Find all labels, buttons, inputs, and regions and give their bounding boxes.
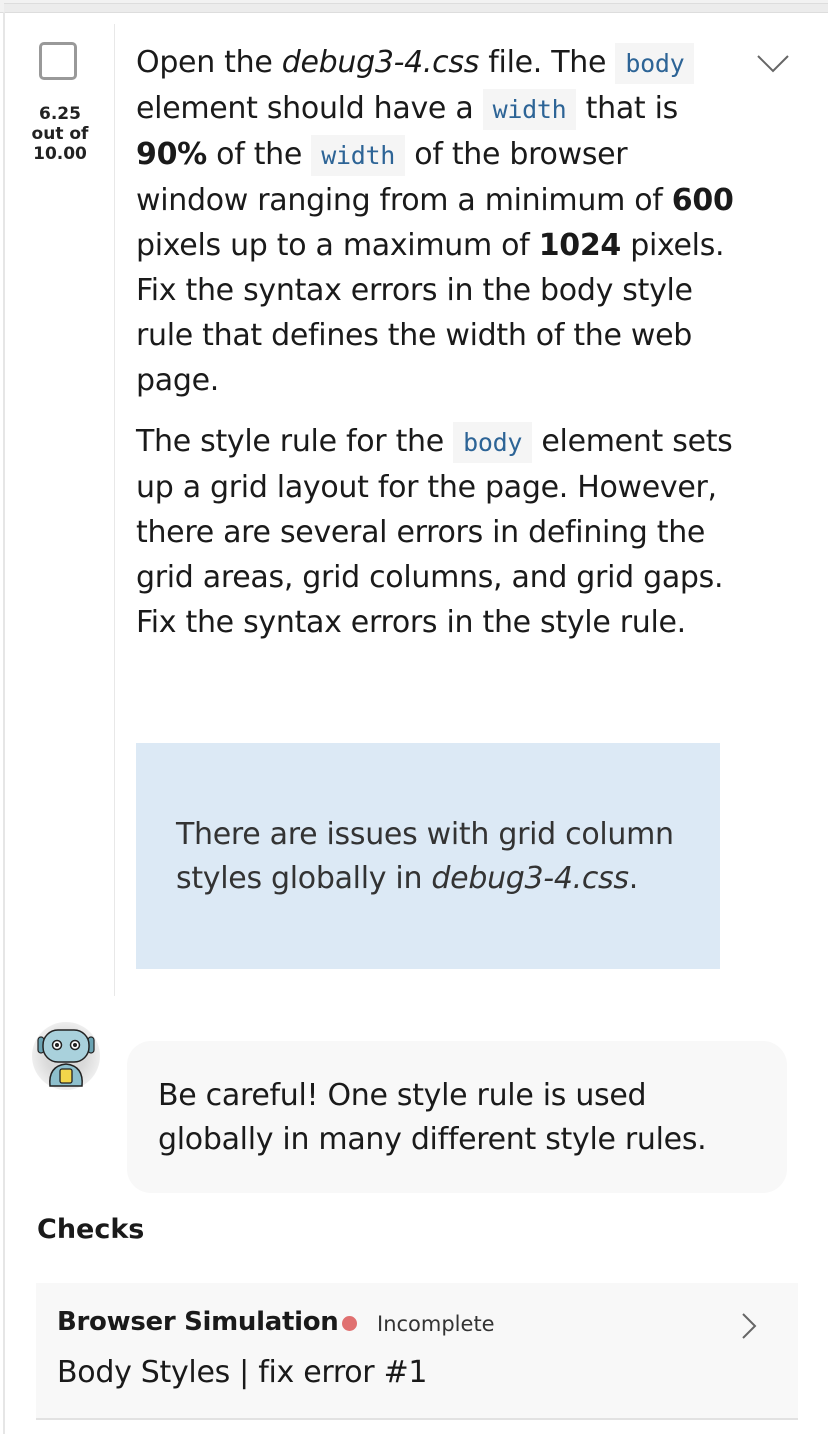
assistant-avatar <box>32 1022 100 1090</box>
left-border <box>3 12 5 1434</box>
text: The style rule for the <box>136 424 454 459</box>
robot-icon <box>37 1029 95 1087</box>
assistant-message: Be careful! One style rule is used globa… <box>127 1041 787 1193</box>
checks-heading: Checks <box>37 1214 145 1245</box>
task-score: 6.25 out of 10.00 <box>20 104 100 164</box>
text: Open the <box>136 45 282 80</box>
check-item[interactable]: Browser Simulation Incomplete Body Style… <box>36 1283 798 1420</box>
status-dot-icon <box>342 1316 357 1331</box>
code-body: body <box>615 43 695 84</box>
check-name: Body Styles | fix error #1 <box>57 1355 428 1390</box>
text: . <box>628 861 639 896</box>
bold-min: 600 <box>671 183 734 218</box>
score-value: 6.25 <box>39 104 81 124</box>
bold-max: 1024 <box>538 228 622 263</box>
text: file. The <box>479 45 616 80</box>
instruction-paragraph-2: The style rule for the body element sets… <box>136 419 736 645</box>
score-out-of-label: out of <box>31 124 89 144</box>
filename: debug3-4.css <box>281 45 480 80</box>
hint-box: There are issues with grid column styles… <box>136 743 720 969</box>
bold-percent: 90% <box>136 137 207 172</box>
score-max: 10.00 <box>33 144 87 164</box>
task-complete-checkbox[interactable] <box>39 42 77 80</box>
text: of the <box>206 137 312 172</box>
code-width: width <box>482 89 577 130</box>
filename: debug3-4.css <box>431 861 629 896</box>
instruction-paragraph-1: Open the debug3-4.css file. The body ele… <box>136 40 736 403</box>
chevron-right-icon[interactable] <box>740 1311 758 1341</box>
code-width: width <box>311 135 406 176</box>
top-bar-inner <box>4 3 828 12</box>
code-body: body <box>453 422 533 463</box>
task-instructions: Open the debug3-4.css file. The body ele… <box>136 40 736 645</box>
column-divider <box>114 24 115 996</box>
text: that is <box>576 91 679 126</box>
check-type: Browser Simulation <box>57 1307 339 1337</box>
check-status: Incomplete <box>377 1312 495 1336</box>
text: pixels up to a maximum of <box>136 228 539 263</box>
chevron-down-icon[interactable] <box>756 52 790 74</box>
top-bar <box>0 0 828 13</box>
text: element should have a <box>136 91 483 126</box>
